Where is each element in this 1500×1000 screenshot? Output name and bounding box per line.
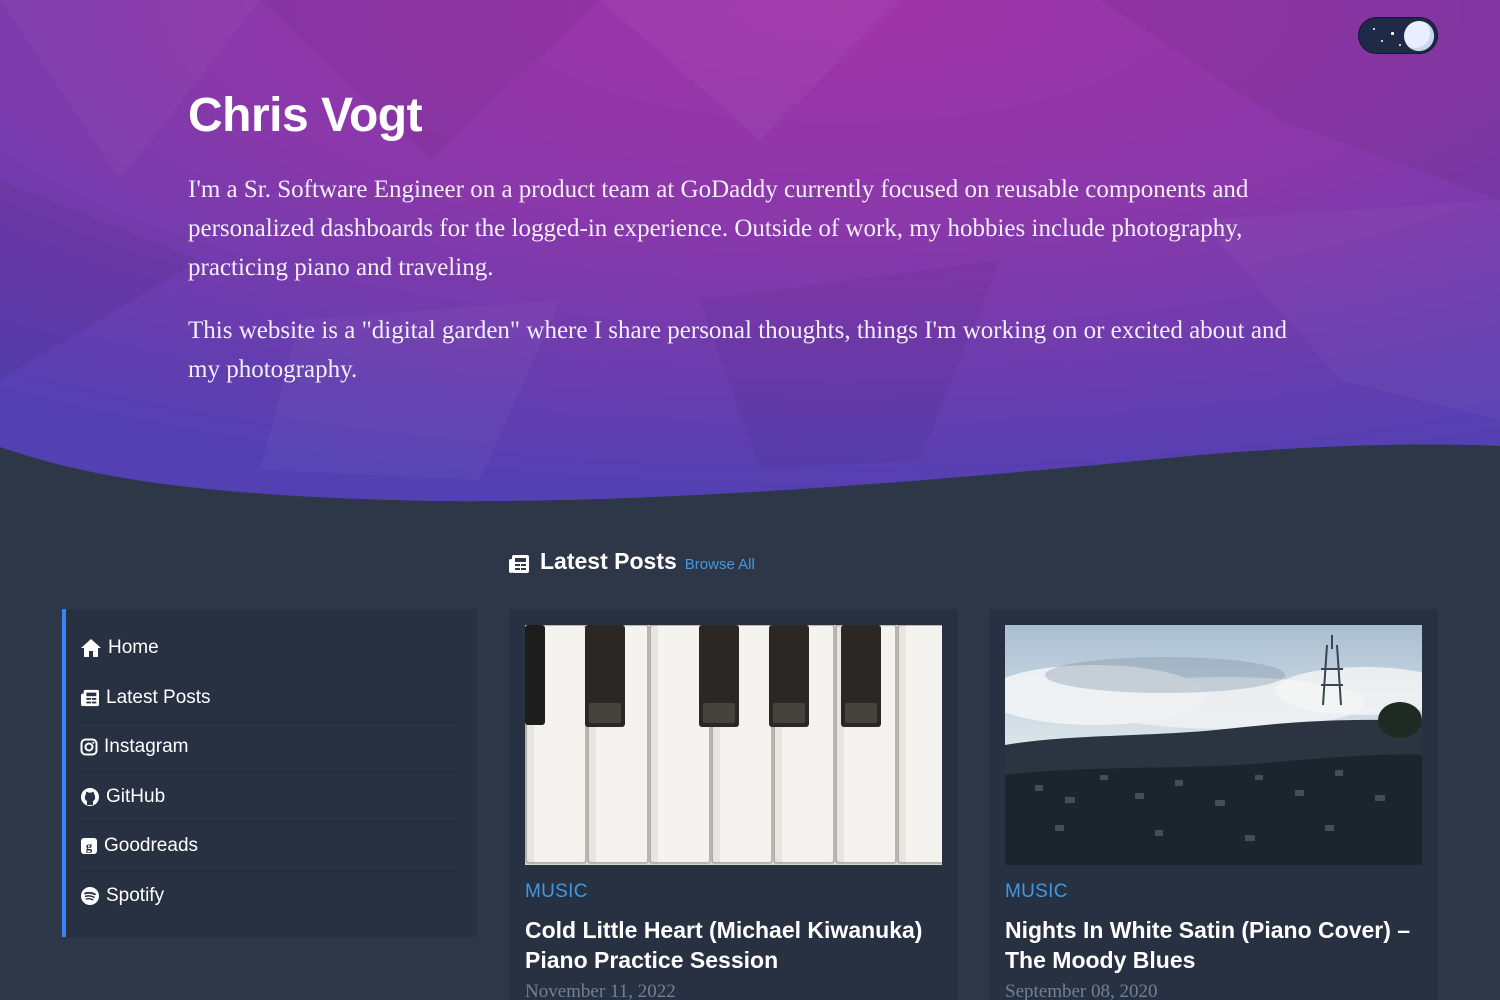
newspaper-icon bbox=[509, 555, 529, 573]
post-title[interactable]: Cold Little Heart (Michael Kiwanuka) Pia… bbox=[525, 915, 942, 975]
sidebar-item-latest-posts[interactable]: Latest Posts bbox=[80, 674, 461, 723]
sidebar-item-label: GitHub bbox=[106, 785, 166, 807]
instagram-icon bbox=[80, 738, 98, 756]
goodreads-icon: g bbox=[81, 838, 97, 855]
post-category[interactable]: MUSIC bbox=[525, 881, 942, 903]
sidebar-item-label: Instagram bbox=[104, 736, 189, 758]
sidebar-item-instagram[interactable]: Instagram bbox=[80, 723, 461, 773]
post-date: November 11, 2022 bbox=[525, 981, 676, 1000]
github-icon bbox=[81, 787, 99, 806]
hero-intro-paragraph: I'm a Sr. Software Engineer on a product… bbox=[188, 176, 1249, 281]
post-date: September 08, 2020 bbox=[1005, 981, 1158, 1000]
piano-keys-photo bbox=[525, 625, 942, 865]
sidebar-nav: Home Latest Posts Instagram GitHub g Goo… bbox=[62, 609, 477, 937]
sidebar-item-label: Spotify bbox=[106, 885, 165, 907]
post-title[interactable]: Nights In White Satin (Piano Cover) – Th… bbox=[1005, 915, 1422, 975]
hero-banner: Chris Vogt I'm a Sr. Software Engineer o… bbox=[0, 0, 1500, 510]
moon-icon bbox=[1404, 21, 1434, 51]
site-owner-name: Chris Vogt bbox=[188, 89, 423, 142]
svg-text:g: g bbox=[86, 839, 93, 854]
latest-posts-header: Latest Posts Browse All bbox=[508, 548, 755, 580]
sidebar-item-goodreads[interactable]: g Goodreads bbox=[80, 822, 461, 872]
newspaper-icon bbox=[81, 689, 99, 706]
sidebar-item-label: Home bbox=[108, 637, 159, 659]
browse-all-link[interactable]: Browse All bbox=[685, 556, 755, 573]
city-hill-tower-photo bbox=[1005, 625, 1422, 865]
theme-toggle[interactable] bbox=[1358, 17, 1438, 54]
hero-digital-garden-paragraph: This website is a "digital garden" where… bbox=[188, 317, 1287, 383]
toggle-star bbox=[1399, 44, 1401, 46]
sidebar-item-label: Latest Posts bbox=[106, 686, 211, 708]
post-category[interactable]: MUSIC bbox=[1005, 881, 1422, 903]
latest-posts-title: Latest Posts bbox=[540, 548, 677, 574]
home-icon bbox=[81, 639, 101, 658]
toggle-star bbox=[1373, 28, 1375, 30]
post-card[interactable]: MUSIC Cold Little Heart (Michael Kiwanuk… bbox=[509, 609, 958, 1000]
sidebar-item-github[interactable]: GitHub bbox=[80, 773, 461, 822]
toggle-star bbox=[1381, 40, 1383, 42]
post-card[interactable]: MUSIC Nights In White Satin (Piano Cover… bbox=[989, 609, 1438, 1000]
sidebar-item-home[interactable]: Home bbox=[80, 624, 461, 674]
sidebar-item-label: Goodreads bbox=[104, 835, 199, 857]
spotify-icon bbox=[81, 887, 99, 906]
toggle-star bbox=[1391, 32, 1394, 35]
sidebar-item-spotify[interactable]: Spotify bbox=[80, 872, 461, 922]
